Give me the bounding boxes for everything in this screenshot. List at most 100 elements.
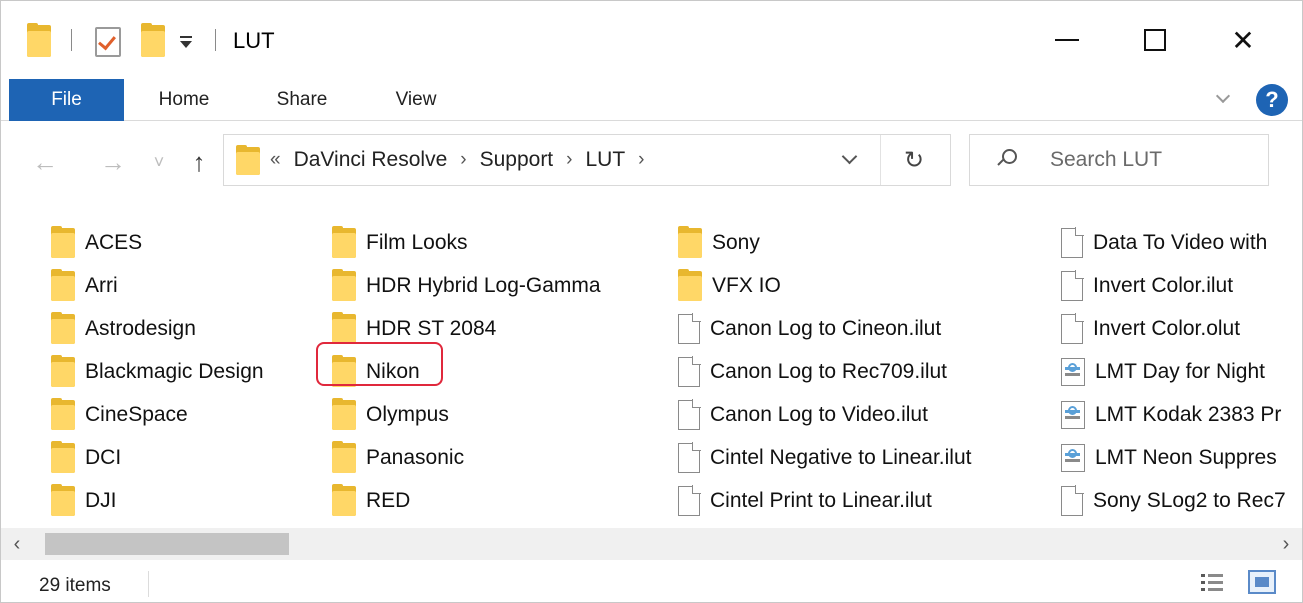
file-column: ACES Arri Astrodesign Blackmagic Design Cine… [51, 221, 264, 522]
tab-home[interactable]: Home [141, 79, 227, 121]
address-history-dropdown[interactable] [836, 147, 864, 175]
folder-item[interactable]: RED [332, 479, 601, 522]
folder-icon [678, 268, 702, 301]
back-button[interactable]: ← [29, 138, 61, 186]
file-item[interactable]: LMT Kodak 2383 Pr [1061, 393, 1286, 436]
folder-item[interactable]: Panasonic [332, 436, 601, 479]
item-name: Sony SLog2 to Rec7 [1093, 488, 1286, 512]
maximize-button[interactable] [1111, 1, 1199, 79]
file-item[interactable]: Invert Color.ilut [1061, 264, 1286, 307]
folder-item[interactable]: Olympus [332, 393, 601, 436]
item-name: RED [366, 488, 411, 512]
file-icon [1061, 485, 1084, 516]
config-file-icon [1061, 400, 1085, 429]
folder-icon [51, 225, 75, 258]
properties-icon[interactable] [95, 27, 121, 57]
file-item[interactable]: LMT Day for Night [1061, 350, 1286, 393]
scroll-left-button[interactable]: ‹ [5, 532, 29, 556]
item-name: Arri [85, 273, 118, 297]
file-icon [678, 399, 701, 430]
file-item[interactable]: LMT Neon Suppres [1061, 436, 1286, 479]
item-name: Canon Log to Cineon.ilut [710, 316, 942, 340]
scrollbar-thumb[interactable] [45, 533, 289, 555]
file-item[interactable]: Canon Log to Cineon.ilut [678, 307, 972, 350]
search-input[interactable]: Search LUT [969, 134, 1269, 186]
item-name: Invert Color.olut [1093, 316, 1241, 340]
breadcrumb-support[interactable]: Support [480, 148, 554, 172]
folder-icon [51, 397, 75, 430]
breadcrumb-overflow[interactable]: « [270, 149, 281, 171]
address-bar[interactable]: « DaVinci Resolve › Support › LUT › ↻ [223, 134, 951, 186]
folder-item[interactable]: Astrodesign [51, 307, 264, 350]
folder-item[interactable]: CineSpace [51, 393, 264, 436]
file-item[interactable]: Sony SLog2 to Rec7 [1061, 479, 1286, 522]
breadcrumb-separator[interactable]: › [460, 149, 466, 171]
item-name: Canon Log to Video.ilut [710, 402, 928, 426]
minimize-button[interactable] [1023, 1, 1111, 79]
breadcrumb-separator[interactable]: › [638, 149, 644, 171]
item-name: Film Looks [366, 230, 468, 254]
folder-item[interactable]: Sony [678, 221, 972, 264]
folder-item[interactable]: Arri [51, 264, 264, 307]
folder-icon [51, 268, 75, 301]
large-icons-view-icon[interactable] [1248, 570, 1276, 594]
file-icon [1061, 270, 1084, 301]
item-name: Data To Video with [1093, 230, 1268, 254]
file-item[interactable]: Cintel Negative to Linear.ilut [678, 436, 972, 479]
folder-icon [236, 145, 262, 175]
folder-item[interactable]: Blackmagic Design [51, 350, 264, 393]
folder-icon [332, 397, 356, 430]
item-name: HDR ST 2084 [366, 316, 497, 340]
close-button[interactable]: ✕ [1199, 1, 1287, 79]
folder-icon [51, 311, 75, 344]
breadcrumb-lut[interactable]: LUT [585, 148, 625, 172]
item-name: ACES [85, 230, 143, 254]
folder-icon [51, 483, 75, 516]
refresh-button[interactable]: ↻ [900, 146, 928, 174]
expand-ribbon-icon[interactable] [1213, 88, 1235, 111]
up-button[interactable]: ↑ [183, 138, 215, 186]
folder-item[interactable]: Film Looks [332, 221, 601, 264]
file-item[interactable]: Cintel Print to Linear.ilut [678, 479, 972, 522]
status-bar: 29 items [1, 563, 1302, 602]
breadcrumb: « DaVinci Resolve › Support › LUT › [270, 148, 658, 172]
breadcrumb-davinci-resolve[interactable]: DaVinci Resolve [294, 148, 448, 172]
file-item[interactable]: Data To Video with [1061, 221, 1286, 264]
new-folder-icon[interactable] [141, 23, 165, 59]
breadcrumb-separator[interactable]: › [566, 149, 572, 171]
file-item[interactable]: Canon Log to Video.ilut [678, 393, 972, 436]
file-item[interactable]: Invert Color.olut [1061, 307, 1286, 350]
item-name: Cintel Print to Linear.ilut [710, 488, 932, 512]
horizontal-scrollbar[interactable]: ‹ › [1, 528, 1302, 560]
item-name: Sony [712, 230, 760, 254]
customize-toolbar-icon[interactable] [177, 29, 197, 53]
recent-locations-button[interactable]: ˅ [147, 138, 171, 186]
folder-icon [51, 440, 75, 473]
folder-item[interactable]: ACES [51, 221, 264, 264]
window-title: LUT [233, 28, 275, 53]
config-file-icon [1061, 443, 1085, 472]
folder-item[interactable]: VFX IO [678, 264, 972, 307]
details-view-icon[interactable] [1201, 573, 1223, 593]
file-icon [678, 442, 701, 473]
folder-icon [27, 23, 51, 59]
item-name: HDR Hybrid Log-Gamma [366, 273, 601, 297]
folder-item[interactable]: DCI [51, 436, 264, 479]
file-item[interactable]: Canon Log to Rec709.ilut [678, 350, 972, 393]
item-name: LMT Kodak 2383 Pr [1095, 402, 1282, 426]
folder-item[interactable]: DJI [51, 479, 264, 522]
tab-share[interactable]: Share [259, 79, 345, 121]
tab-view[interactable]: View [373, 79, 459, 121]
item-name: Olympus [366, 402, 449, 426]
tab-file[interactable]: File [9, 79, 124, 121]
forward-button[interactable]: → [97, 138, 129, 186]
folder-icon [332, 225, 356, 258]
scroll-right-button[interactable]: › [1274, 532, 1298, 556]
folder-item[interactable]: HDR Hybrid Log-Gamma [332, 264, 601, 307]
file-list: ACES Arri Astrodesign Blackmagic Design Cine… [1, 213, 1302, 545]
file-explorer-window: LUT ✕ File Home Share View ? ← → ˅ ↑ « D… [0, 0, 1303, 603]
help-icon[interactable]: ? [1256, 84, 1288, 116]
search-placeholder: Search LUT [1050, 148, 1163, 171]
ribbon-tabs: File Home Share View ? [1, 79, 1302, 121]
item-name: VFX IO [712, 273, 781, 297]
